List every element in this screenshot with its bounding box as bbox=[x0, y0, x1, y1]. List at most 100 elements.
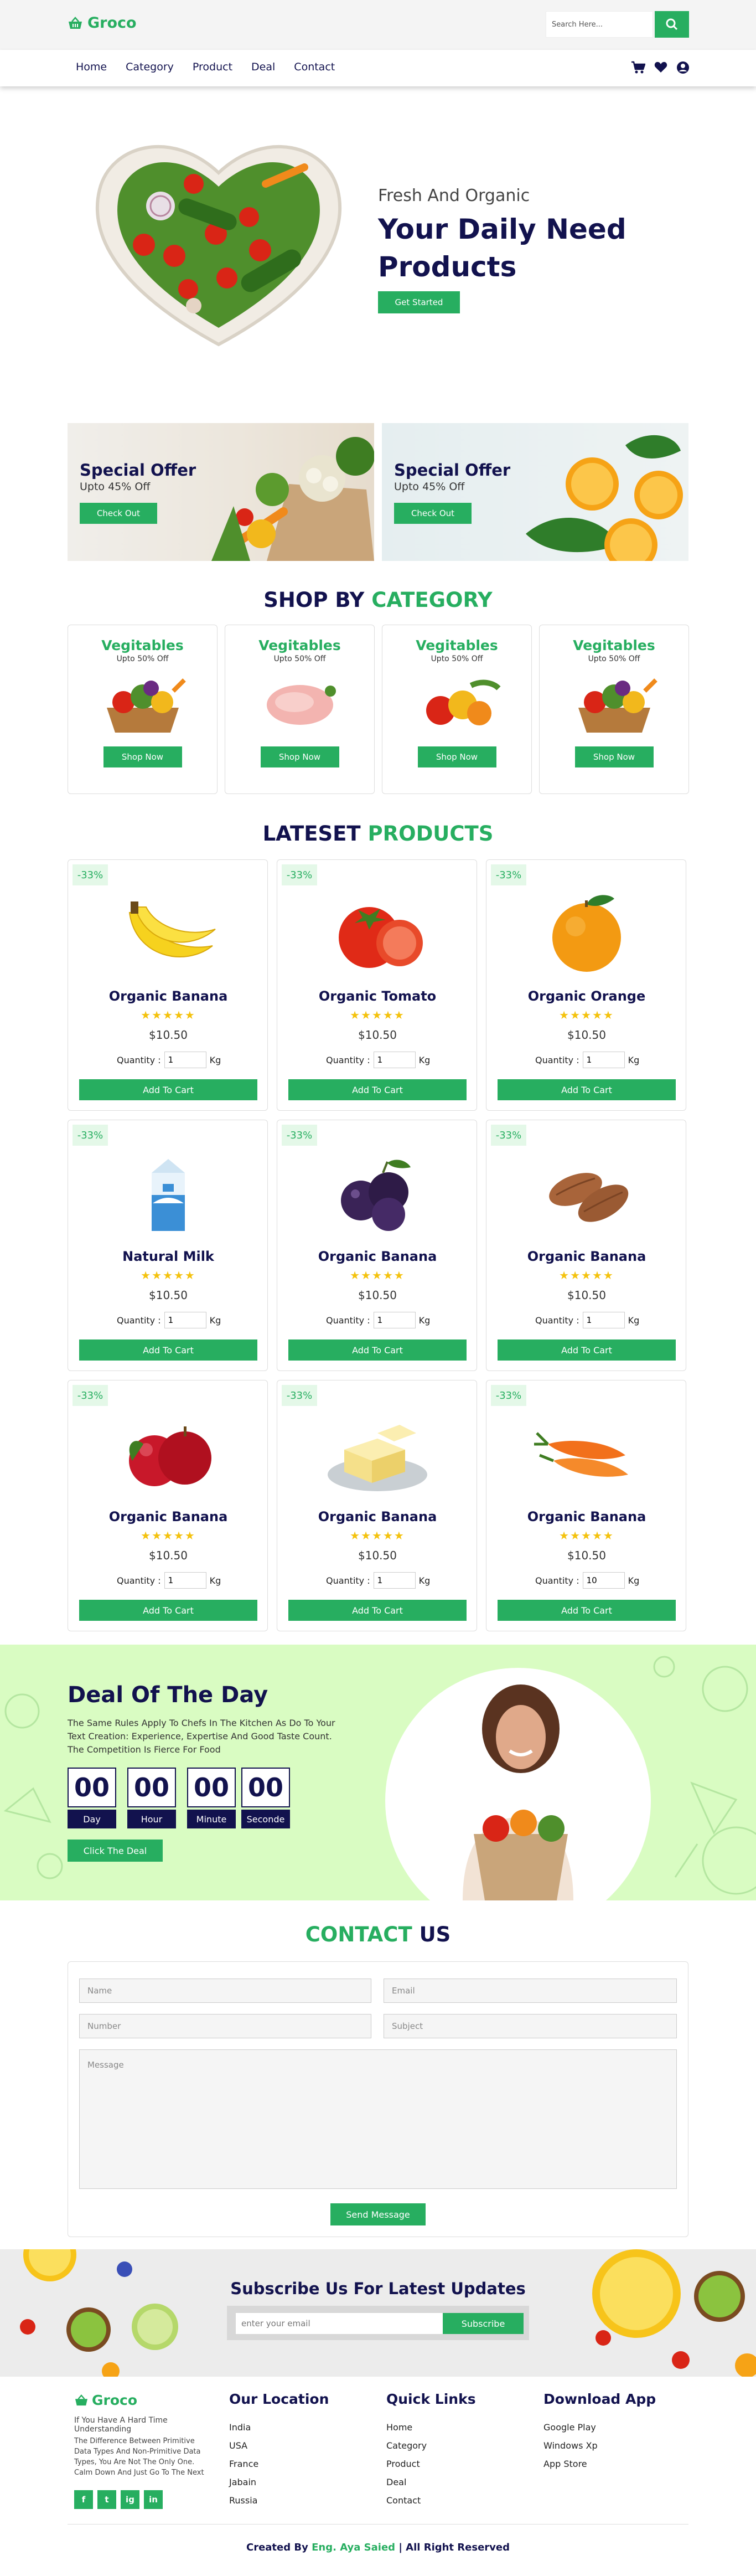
category-title: Vegitables bbox=[416, 637, 498, 653]
shop-now-button[interactable]: Shop Now bbox=[417, 746, 496, 767]
nav-home[interactable]: Home bbox=[76, 61, 107, 73]
shop-now-button[interactable]: Shop Now bbox=[574, 746, 654, 767]
quantity-input[interactable] bbox=[582, 1312, 625, 1328]
footer-link-product[interactable]: Product bbox=[386, 2455, 476, 2473]
rating-stars: ★★★★★ bbox=[559, 1008, 614, 1022]
quantity-input[interactable] bbox=[582, 1572, 625, 1589]
subject-field[interactable]: Subject bbox=[384, 2014, 677, 2038]
twitter-icon[interactable]: t bbox=[97, 2490, 116, 2509]
category-card-2: Vegitables Upto 50% Off Shop Now bbox=[225, 625, 375, 794]
offer-subtitle-2: Upto 45% Off bbox=[394, 481, 465, 493]
quantity-label: Quantity : bbox=[535, 1575, 579, 1586]
nav-product[interactable]: Product bbox=[193, 61, 232, 73]
add-to-cart-button[interactable]: Add To Cart bbox=[288, 1600, 467, 1621]
quantity-input[interactable] bbox=[373, 1052, 416, 1068]
products-title-part1: LATESET bbox=[262, 822, 361, 846]
plums-image bbox=[341, 1160, 411, 1231]
message-field[interactable]: Message bbox=[79, 2049, 677, 2189]
add-to-cart-button[interactable]: Add To Cart bbox=[498, 1339, 676, 1361]
quantity-input[interactable] bbox=[164, 1312, 206, 1328]
get-started-button[interactable]: Get Started bbox=[378, 291, 460, 313]
cart-icon[interactable] bbox=[631, 61, 645, 74]
add-to-cart-button[interactable]: Add To Cart bbox=[288, 1339, 467, 1361]
countdown-day: 00 Day bbox=[68, 1768, 116, 1828]
offer-banner-1: Special Offer Upto 45% Off Check Out bbox=[68, 423, 374, 561]
rating-stars: ★★★★★ bbox=[559, 1269, 614, 1282]
quantity-label: Quantity : bbox=[326, 1315, 370, 1326]
add-to-cart-button[interactable]: Add To Cart bbox=[498, 1600, 676, 1621]
footer-link-category[interactable]: Category bbox=[386, 2436, 476, 2455]
quantity-input[interactable] bbox=[373, 1572, 416, 1589]
product-image bbox=[486, 882, 687, 982]
footer-link-deal[interactable]: Deal bbox=[386, 2473, 476, 2491]
footer-link-contact[interactable]: Contact bbox=[386, 2491, 476, 2510]
quantity-input[interactable] bbox=[373, 1312, 416, 1328]
quantity-input[interactable] bbox=[164, 1572, 206, 1589]
check-out-button-1[interactable]: Check Out bbox=[80, 503, 157, 524]
add-to-cart-button[interactable]: Add To Cart bbox=[79, 1339, 257, 1361]
instagram-icon[interactable]: ig bbox=[121, 2490, 139, 2509]
send-message-button[interactable]: Send Message bbox=[330, 2203, 426, 2225]
add-to-cart-button[interactable]: Add To Cart bbox=[79, 1600, 257, 1621]
windows-xp-link[interactable]: Windows Xp bbox=[543, 2436, 656, 2455]
quantity-unit: Kg bbox=[418, 1054, 431, 1065]
add-to-cart-button[interactable]: Add To Cart bbox=[288, 1079, 467, 1100]
product-card: -33%Organic Banana★★★★★$10.50Quantity :K… bbox=[277, 1380, 477, 1631]
search-button[interactable] bbox=[655, 11, 689, 38]
email-field[interactable]: Email bbox=[384, 1979, 677, 2003]
product-name: Organic Banana bbox=[527, 1509, 646, 1524]
subscribe-button[interactable]: Subscribe bbox=[443, 2313, 524, 2334]
check-out-button-2[interactable]: Check Out bbox=[394, 503, 472, 524]
quantity-row: Quantity : Kg bbox=[535, 1572, 639, 1589]
product-price: $10.50 bbox=[567, 1289, 606, 1302]
facebook-icon[interactable]: f bbox=[74, 2490, 93, 2509]
location-item: USA bbox=[229, 2440, 248, 2451]
quantity-row: Quantity : Kg bbox=[535, 1312, 639, 1328]
milk-carton-image bbox=[152, 1159, 185, 1231]
download-title: Download App bbox=[543, 2391, 656, 2407]
footer-logo[interactable]: Groco bbox=[74, 2392, 207, 2408]
number-field[interactable]: Number bbox=[79, 2014, 371, 2038]
product-image bbox=[277, 882, 478, 982]
offer-banner-2: Special Offer Upto 45% Off Check Out bbox=[382, 423, 688, 561]
linkedin-icon[interactable]: in bbox=[144, 2490, 163, 2509]
subscribe-email-input[interactable]: enter your email bbox=[236, 2313, 447, 2334]
shop-now-button[interactable]: Shop Now bbox=[260, 746, 339, 767]
user-icon[interactable] bbox=[676, 61, 690, 74]
butter-image bbox=[328, 1425, 427, 1491]
shop-now-button[interactable]: Shop Now bbox=[103, 746, 182, 767]
add-to-cart-button[interactable]: Add To Cart bbox=[498, 1079, 676, 1100]
search-input[interactable]: Search Here... bbox=[546, 11, 653, 38]
category-card-1: Vegitables Upto 50% Off Shop Now bbox=[68, 625, 218, 794]
credit-author[interactable]: Eng. Aya Saied bbox=[312, 2542, 395, 2553]
nav-category[interactable]: Category bbox=[126, 61, 174, 73]
category-card-3: Vegitables Upto 50% Off Shop Now bbox=[382, 625, 532, 794]
click-the-deal-button[interactable]: Click The Deal bbox=[68, 1840, 163, 1862]
footer-link-home[interactable]: Home bbox=[386, 2418, 476, 2436]
location-item: France bbox=[229, 2459, 259, 2469]
logo[interactable]: Groco bbox=[68, 14, 137, 32]
orange-slices-image bbox=[526, 435, 683, 561]
quantity-input[interactable] bbox=[582, 1052, 625, 1068]
product-card: -33%Organic Tomato★★★★★$10.50Quantity :K… bbox=[277, 859, 477, 1111]
nav-contact[interactable]: Contact bbox=[294, 61, 335, 73]
product-price: $10.50 bbox=[358, 1028, 397, 1042]
google-play-link[interactable]: Google Play bbox=[543, 2418, 656, 2436]
add-to-cart-button[interactable]: Add To Cart bbox=[79, 1079, 257, 1100]
contact-section-title: CONTACT US bbox=[0, 1923, 756, 1946]
category-subtitle: Upto 50% Off bbox=[116, 655, 169, 663]
nav-deal[interactable]: Deal bbox=[251, 61, 275, 73]
countdown-label: Day bbox=[68, 1810, 116, 1828]
countdown-label: Minute bbox=[187, 1810, 236, 1828]
quantity-input[interactable] bbox=[164, 1052, 206, 1068]
heart-icon[interactable] bbox=[654, 61, 667, 73]
product-name: Organic Banana bbox=[318, 1249, 437, 1264]
veg-basket-image bbox=[578, 678, 657, 733]
name-field[interactable]: Name bbox=[79, 1979, 371, 2003]
category-title-part1: SHOP BY bbox=[263, 588, 365, 612]
quantity-unit: Kg bbox=[209, 1575, 221, 1586]
footer-download: Download App Google Play Windows Xp App … bbox=[543, 2391, 656, 2473]
app-store-link[interactable]: App Store bbox=[543, 2455, 656, 2473]
basket-icon bbox=[75, 2394, 87, 2405]
hero-subtitle: Fresh And Organic bbox=[378, 186, 530, 205]
